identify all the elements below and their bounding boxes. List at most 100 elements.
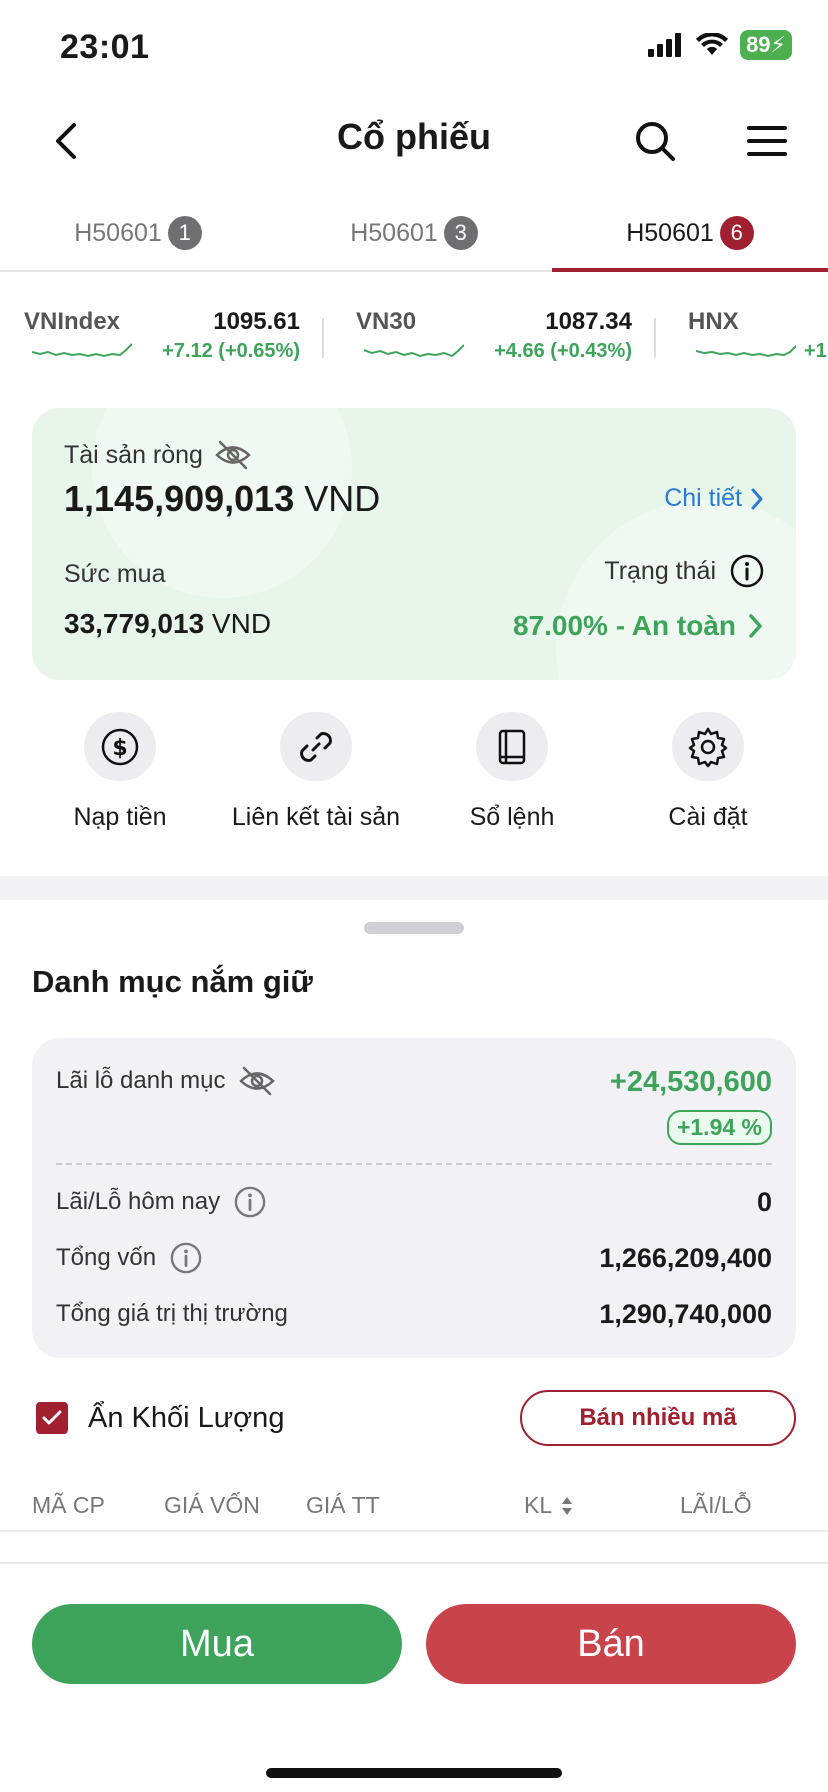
account-status-label: Trạng thái [604, 554, 764, 588]
column-header-pnl: LÃI/LỖ [680, 1492, 752, 1518]
sparkline-chart [364, 344, 464, 358]
sparkline-chart [32, 343, 132, 358]
search-button[interactable] [628, 114, 682, 168]
account-status-value[interactable]: 87.00% - An toàn [513, 610, 764, 642]
header: Cổ phiếu [0, 100, 828, 180]
portfolio-pnl-label: Lãi lỗ danh mục [56, 1066, 276, 1096]
detail-link[interactable]: Chi tiết [664, 484, 764, 513]
home-indicator [266, 1768, 562, 1778]
portfolio-title: Danh mục nắm giữ [32, 964, 313, 999]
checkmark-icon [42, 1410, 62, 1425]
detail-link-label: Chi tiết [664, 484, 742, 512]
portfolio-pnl-value: +24,530,600 [609, 1066, 772, 1098]
ticker-name: HNX [688, 308, 739, 335]
ticker-change: +1 [804, 340, 827, 362]
info-icon[interactable] [730, 554, 764, 588]
today-pnl-label-text: Lãi/Lỗ hôm nay [56, 1188, 221, 1215]
portfolio-pnl-card: Lãi lỗ danh mục +24,530,600 +1.94 % Lãi/… [32, 1038, 796, 1358]
battery-indicator: 89⚡ [740, 30, 792, 60]
order-book-label: Sổ lệnh [469, 803, 555, 831]
account-tab-label: H50601 [626, 218, 714, 247]
column-header-cost-price: GIÁ VỐN [164, 1492, 260, 1518]
account-tab-2[interactable]: H50601 3 [276, 196, 552, 270]
gear-icon-wrap [672, 712, 744, 781]
net-asset-unit: VND [304, 478, 381, 519]
buying-power-unit: VND [211, 608, 272, 639]
market-value-label: Tổng giá trị thị trường [56, 1300, 288, 1327]
account-tab-badge: 1 [167, 216, 202, 250]
svg-text:$: $ [112, 736, 127, 761]
ticker-name: VN30 [356, 308, 417, 335]
bottom-action-bar: Mua Bán [0, 1562, 828, 1792]
market-value-value: 1,290,740,000 [599, 1298, 772, 1329]
chevron-right-icon [751, 488, 763, 509]
ticker-name: VNIndex [24, 308, 121, 335]
sell-multiple-button[interactable]: Bán nhiều mã [520, 1390, 796, 1446]
page-title: Cổ phiếu [337, 116, 491, 157]
sell-button[interactable]: Bán [426, 1604, 796, 1684]
account-tab-label: H50601 [350, 218, 438, 247]
net-asset-label-text: Tài sản ròng [64, 440, 203, 469]
ticker-vnindex[interactable]: VNIndex 1095.61 +7.12 (+0.65%) [24, 292, 324, 372]
section-divider [0, 876, 828, 900]
status-bar: 23:01 89⚡ [0, 0, 828, 100]
buying-power-label: Sức mua [64, 560, 166, 588]
hide-volume-row: Ẩn Khối Lượng Bán nhiều mã [32, 1390, 796, 1446]
book-icon-wrap [476, 712, 548, 781]
sheet-drag-handle[interactable] [364, 922, 464, 934]
ticker-divider [654, 318, 656, 358]
wifi-icon [696, 33, 729, 55]
status-icons: 89⚡ [648, 30, 792, 60]
sparkline-chart [696, 345, 796, 358]
dashed-divider [56, 1163, 772, 1165]
eye-off-icon[interactable] [239, 1066, 276, 1096]
account-status-label-text: Trạng thái [604, 556, 716, 585]
account-tab-badge: 6 [719, 216, 754, 250]
ticker-change: +4.66 (+0.43%) [494, 340, 632, 362]
net-asset-amount: 1,145,909,013 [64, 478, 295, 519]
account-tab-badge: 3 [443, 216, 478, 250]
info-icon[interactable] [234, 1186, 266, 1218]
market-value-row: Tổng giá trị thị trường 1,290,740,000 [56, 1294, 772, 1334]
total-capital-label-text: Tổng vốn [56, 1244, 157, 1271]
battery-level: 89 [746, 32, 771, 57]
index-ticker-row: VNIndex 1095.61 +7.12 (+0.65%) VN30 1087… [0, 292, 828, 372]
gear-icon [688, 727, 728, 767]
ticker-hnx[interactable]: HNX +1 [688, 292, 828, 372]
buying-power-value: 33,779,013 VND [64, 608, 271, 640]
today-pnl-label: Lãi/Lỗ hôm nay [56, 1186, 266, 1218]
dollar-icon: $ [101, 728, 139, 765]
total-capital-value: 1,266,209,400 [599, 1242, 772, 1273]
asset-summary-card: Tài sản ròng 1,145,909,013 VND Chi tiết … [32, 408, 796, 680]
hide-volume-checkbox[interactable] [36, 1402, 68, 1434]
total-capital-row: Tổng vốn 1,266,209,400 [56, 1238, 772, 1278]
link-assets-label: Liên kết tài sản [231, 803, 401, 831]
hide-volume-label[interactable]: Ẩn Khối Lượng [88, 1402, 284, 1435]
column-header-market-price: GIÁ TT [306, 1492, 380, 1518]
account-tabs: H50601 1 H50601 3 H50601 6 [0, 196, 828, 272]
today-pnl-value: 0 [756, 1186, 772, 1217]
menu-button[interactable] [740, 114, 794, 168]
settings-label: Cài đặt [668, 803, 748, 831]
column-header-volume[interactable]: KL [524, 1492, 574, 1519]
account-status-text: 87.00% - An toàn [512, 610, 736, 641]
portfolio-pnl-label-text: Lãi lỗ danh mục [56, 1067, 226, 1094]
account-tab-1[interactable]: H50601 1 [0, 196, 276, 270]
column-header-symbol: MÃ CP [32, 1492, 105, 1518]
portfolio-pnl-percent: +1.94 % [666, 1110, 772, 1145]
today-pnl-row: Lãi/Lỗ hôm nay 0 [56, 1182, 772, 1222]
deposit-button[interactable]: $ Nạp tiền [22, 712, 218, 832]
account-tab-3[interactable]: H50601 6 [552, 196, 828, 272]
ticker-divider [322, 318, 324, 358]
ticker-vn30[interactable]: VN30 1087.34 +4.66 (+0.43%) [356, 292, 656, 372]
hamburger-menu-icon [747, 126, 787, 156]
eye-off-icon[interactable] [215, 440, 251, 470]
net-asset-value: 1,145,909,013 VND [64, 478, 380, 520]
settings-button[interactable]: Cài đặt [610, 712, 806, 832]
link-assets-button[interactable]: Liên kết tài sản [218, 712, 414, 832]
order-book-button[interactable]: Sổ lệnh [414, 712, 610, 832]
info-icon[interactable] [170, 1242, 202, 1274]
deposit-icon-wrap: $ [84, 712, 156, 781]
ticker-change: +7.12 (+0.65%) [162, 340, 300, 362]
buy-button[interactable]: Mua [32, 1604, 402, 1684]
